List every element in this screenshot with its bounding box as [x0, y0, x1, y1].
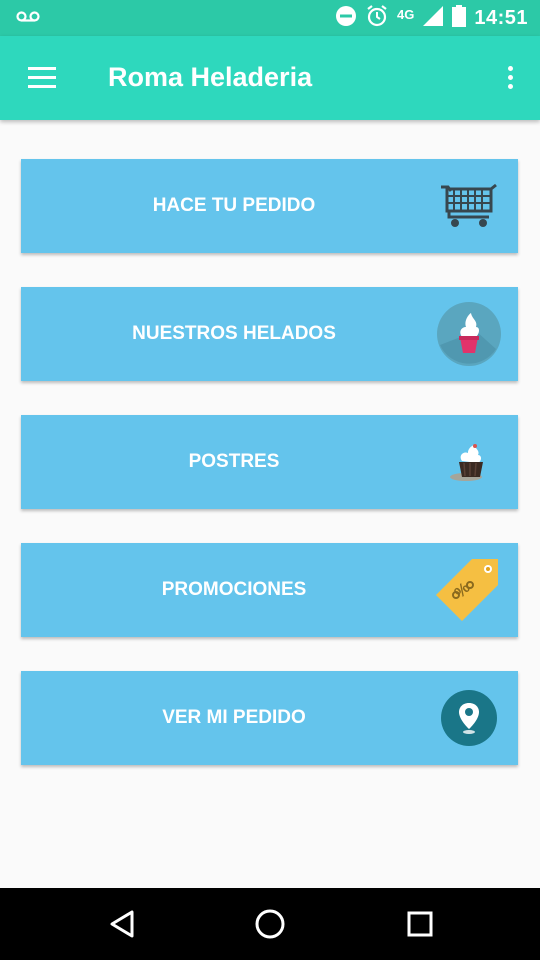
home-icon[interactable]: [252, 906, 288, 942]
signal-icon: [422, 5, 444, 32]
menu-item-label: VER MI PEDIDO: [162, 707, 306, 728]
menu-item-postres[interactable]: POSTRES: [21, 415, 518, 509]
app-title: Roma Heladeria: [108, 62, 313, 92]
menu-item-nuestros-helados[interactable]: NUESTROS HELADOS: [21, 287, 518, 381]
do-not-disturb-icon: [335, 5, 357, 32]
menu-item-label: HACE TU PEDIDO: [152, 195, 316, 216]
status-bar: 4G 14:51: [0, 0, 540, 36]
menu-item-label: POSTRES: [188, 451, 280, 472]
cupcake-icon: [434, 427, 504, 497]
menu-item-hace-tu-pedido[interactable]: HACE TU PEDIDO: [21, 159, 518, 253]
menu-item-label: NUESTROS HELADOS: [132, 323, 336, 344]
shopping-cart-icon: [434, 171, 504, 241]
hamburger-menu-icon[interactable]: [28, 67, 56, 89]
location-pin-icon: [434, 683, 504, 753]
alarm-clock-icon: [365, 4, 389, 33]
voicemail-icon: [16, 10, 40, 29]
ice-cream-icon: [434, 299, 504, 369]
app-bar: Roma Heladeria: [0, 36, 540, 120]
recent-apps-icon[interactable]: [402, 906, 438, 942]
menu-item-ver-mi-pedido[interactable]: VER MI PEDIDO: [21, 671, 518, 765]
clock: 14:51: [474, 6, 528, 29]
network-type: 4G: [397, 6, 415, 22]
menu-item-label: PROMOCIONES: [161, 579, 307, 600]
navigation-bar: [0, 888, 540, 960]
more-options-icon[interactable]: [506, 64, 514, 92]
battery-icon: [452, 4, 467, 32]
discount-tag-icon: %: [434, 555, 504, 625]
menu-item-promociones[interactable]: PROMOCIONES %: [21, 543, 518, 637]
back-icon[interactable]: [104, 906, 140, 942]
